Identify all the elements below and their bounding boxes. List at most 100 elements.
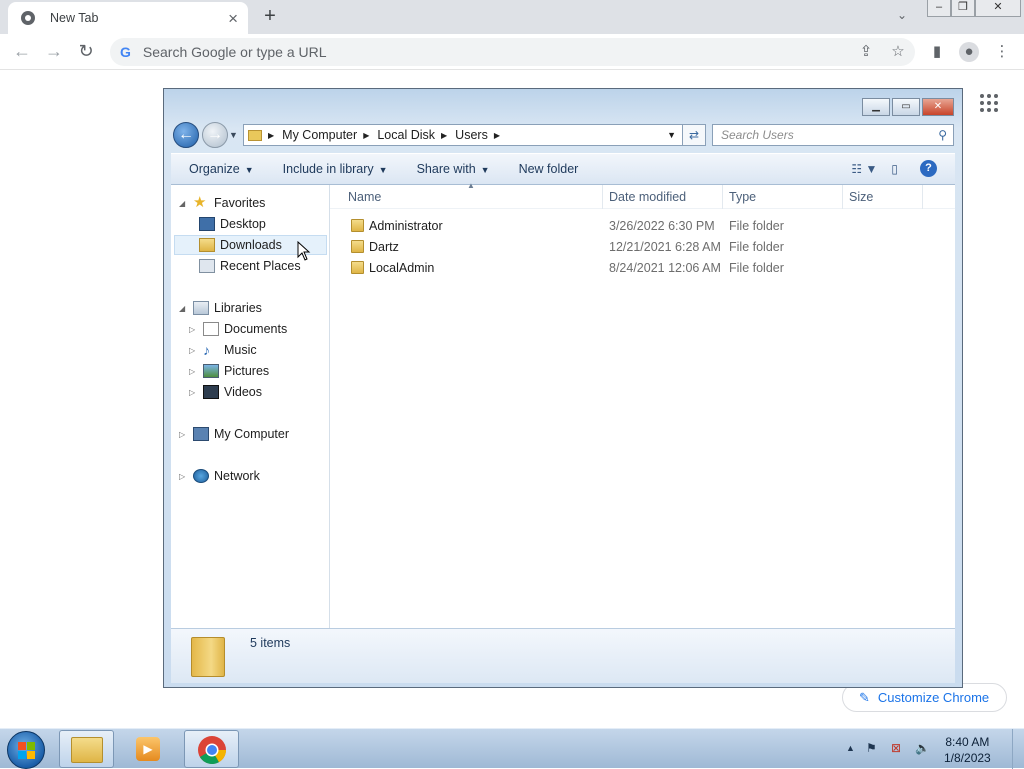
menu-kebab-icon[interactable]: ⋮ <box>992 42 1012 62</box>
nav-documents[interactable]: ▷ Documents <box>189 319 287 339</box>
include-label: Include in library <box>282 162 374 176</box>
star-icon: ★ <box>193 194 207 211</box>
nav-pictures[interactable]: ▷ Pictures <box>189 361 269 381</box>
collapsed-arrow-icon[interactable]: ▷ <box>189 388 199 397</box>
column-type[interactable]: Type <box>729 190 756 204</box>
taskbar-explorer-button[interactable] <box>59 730 114 768</box>
start-button[interactable] <box>7 731 45 769</box>
column-size[interactable]: Size <box>849 190 873 204</box>
column-name[interactable]: Name <box>348 190 381 204</box>
column-divider[interactable] <box>922 185 923 209</box>
expanded-arrow-icon[interactable]: ◢ <box>179 199 189 208</box>
back-icon[interactable]: ← <box>11 41 33 63</box>
help-icon[interactable]: ? <box>920 160 937 177</box>
breadcrumb-local-disk[interactable]: Local Disk <box>377 128 435 142</box>
address-bar[interactable]: ▶ My Computer ▶ Local Disk ▶ Users ▶ ▼ <box>243 124 683 146</box>
profile-avatar-icon[interactable]: ● <box>959 42 979 62</box>
close-tab-icon[interactable]: × <box>228 10 238 27</box>
nav-favorites[interactable]: ◢ ★ Favorites <box>179 193 265 213</box>
explorer-minimize-button[interactable]: ▁ <box>862 98 890 116</box>
nav-desktop[interactable]: Desktop <box>199 214 266 234</box>
new-folder-button[interactable]: New folder <box>501 162 590 176</box>
refresh-icon[interactable]: ⇄ <box>682 124 706 146</box>
minimize-button[interactable]: – <box>927 0 951 17</box>
organize-button[interactable]: Organize ▼ <box>171 162 265 176</box>
desktop-icon <box>199 217 215 231</box>
side-panel-icon[interactable]: ▮ <box>927 42 947 62</box>
network-disconnected-icon[interactable]: ⊠ <box>891 741 901 755</box>
file-type: File folder <box>729 240 784 254</box>
breadcrumb-separator-icon[interactable]: ▶ <box>441 131 447 140</box>
include-in-library-button[interactable]: Include in library ▼ <box>265 162 399 176</box>
nav-recent-places[interactable]: Recent Places <box>199 256 301 276</box>
large-folder-icon <box>191 637 225 677</box>
breadcrumb-users[interactable]: Users <box>455 128 488 142</box>
restore-button[interactable]: ❐ <box>951 0 975 17</box>
nav-music[interactable]: ▷ ♪ Music <box>189 340 257 360</box>
apps-grid-icon[interactable] <box>980 94 1000 114</box>
forward-icon[interactable]: → <box>43 41 65 63</box>
file-row[interactable]: Dartz 12/21/2021 6:28 AM File folder <box>330 237 955 258</box>
nav-label: Documents <box>224 322 288 336</box>
file-row[interactable]: LocalAdmin 8/24/2021 12:06 AM File folde… <box>330 258 955 279</box>
close-button[interactable]: ✕ <box>975 0 1021 17</box>
file-date: 12/21/2021 6:28 AM <box>609 240 721 254</box>
collapsed-arrow-icon[interactable]: ▷ <box>179 430 189 439</box>
tab-search-icon[interactable]: ⌄ <box>897 8 907 22</box>
bookmark-star-icon[interactable]: ☆ <box>888 42 908 62</box>
volume-icon[interactable]: 🔈 <box>915 741 930 755</box>
folder-icon <box>351 240 364 253</box>
breadcrumb-separator-icon[interactable]: ▶ <box>268 131 274 140</box>
column-date-modified[interactable]: Date modified <box>609 190 686 204</box>
recent-pages-dropdown-icon[interactable]: ▼ <box>229 130 238 140</box>
explorer-close-button[interactable]: ✕ <box>922 98 954 116</box>
breadcrumb-my-computer[interactable]: My Computer <box>282 128 357 142</box>
breadcrumb-separator-icon[interactable]: ▶ <box>363 131 369 140</box>
preview-pane-icon[interactable]: ▯ <box>891 162 898 176</box>
column-divider[interactable] <box>602 185 603 209</box>
tab-new-tab[interactable]: New Tab × <box>8 2 248 34</box>
chevron-down-icon: ▼ <box>378 165 388 175</box>
new-tab-button[interactable]: + <box>259 5 281 27</box>
explorer-folder-icon <box>71 737 103 763</box>
collapsed-arrow-icon[interactable]: ▷ <box>179 472 189 481</box>
nav-network[interactable]: ▷ Network <box>179 466 260 486</box>
sort-indicator-icon: ▲ <box>467 181 475 190</box>
collapsed-arrow-icon[interactable]: ▷ <box>189 325 199 334</box>
breadcrumb-separator-icon[interactable]: ▶ <box>494 131 500 140</box>
column-divider[interactable] <box>722 185 723 209</box>
computer-icon <box>193 427 209 441</box>
share-with-button[interactable]: Share with ▼ <box>399 162 501 176</box>
address-dropdown-icon[interactable]: ▼ <box>667 130 676 140</box>
action-center-flag-icon[interactable]: ⚑ <box>866 741 877 755</box>
file-type: File folder <box>729 261 784 275</box>
explorer-forward-icon[interactable]: → <box>202 122 228 148</box>
system-clock[interactable]: 8:40 AM 1/8/2023 <box>944 734 991 766</box>
collapsed-arrow-icon[interactable]: ▷ <box>189 346 199 355</box>
chrome-icon <box>198 736 226 764</box>
share-icon[interactable]: ⇪ <box>856 42 876 62</box>
nav-libraries[interactable]: ◢ Libraries <box>179 298 262 318</box>
mouse-cursor-icon <box>297 241 311 261</box>
taskbar-chrome-button[interactable] <box>184 730 239 768</box>
explorer-maximize-button[interactable]: ▭ <box>892 98 920 116</box>
nav-label: Pictures <box>224 364 270 378</box>
show-desktop-button[interactable] <box>1012 729 1024 769</box>
file-row[interactable]: Administrator 3/26/2022 6:30 PM File fol… <box>330 216 955 237</box>
nav-label: Desktop <box>220 217 266 231</box>
show-hidden-icons-icon[interactable]: ▲ <box>846 743 855 753</box>
explorer-back-icon[interactable]: ← <box>173 122 199 148</box>
nav-my-computer[interactable]: ▷ My Computer <box>179 424 289 444</box>
taskbar-media-player-button[interactable]: ▶ <box>121 730 176 768</box>
reload-icon[interactable]: ↻ <box>75 41 97 63</box>
documents-icon <box>203 322 219 336</box>
omnibox[interactable]: G Search Google or type a URL <box>110 38 915 66</box>
nav-videos[interactable]: ▷ Videos <box>189 382 262 402</box>
expanded-arrow-icon[interactable]: ◢ <box>179 304 189 313</box>
column-divider[interactable] <box>842 185 843 209</box>
collapsed-arrow-icon[interactable]: ▷ <box>189 367 199 376</box>
change-view-icon[interactable]: ☷ ▼ <box>851 162 877 176</box>
pictures-icon <box>203 364 219 378</box>
search-input[interactable]: Search Users ⚲ <box>712 124 954 146</box>
videos-icon <box>203 385 219 399</box>
